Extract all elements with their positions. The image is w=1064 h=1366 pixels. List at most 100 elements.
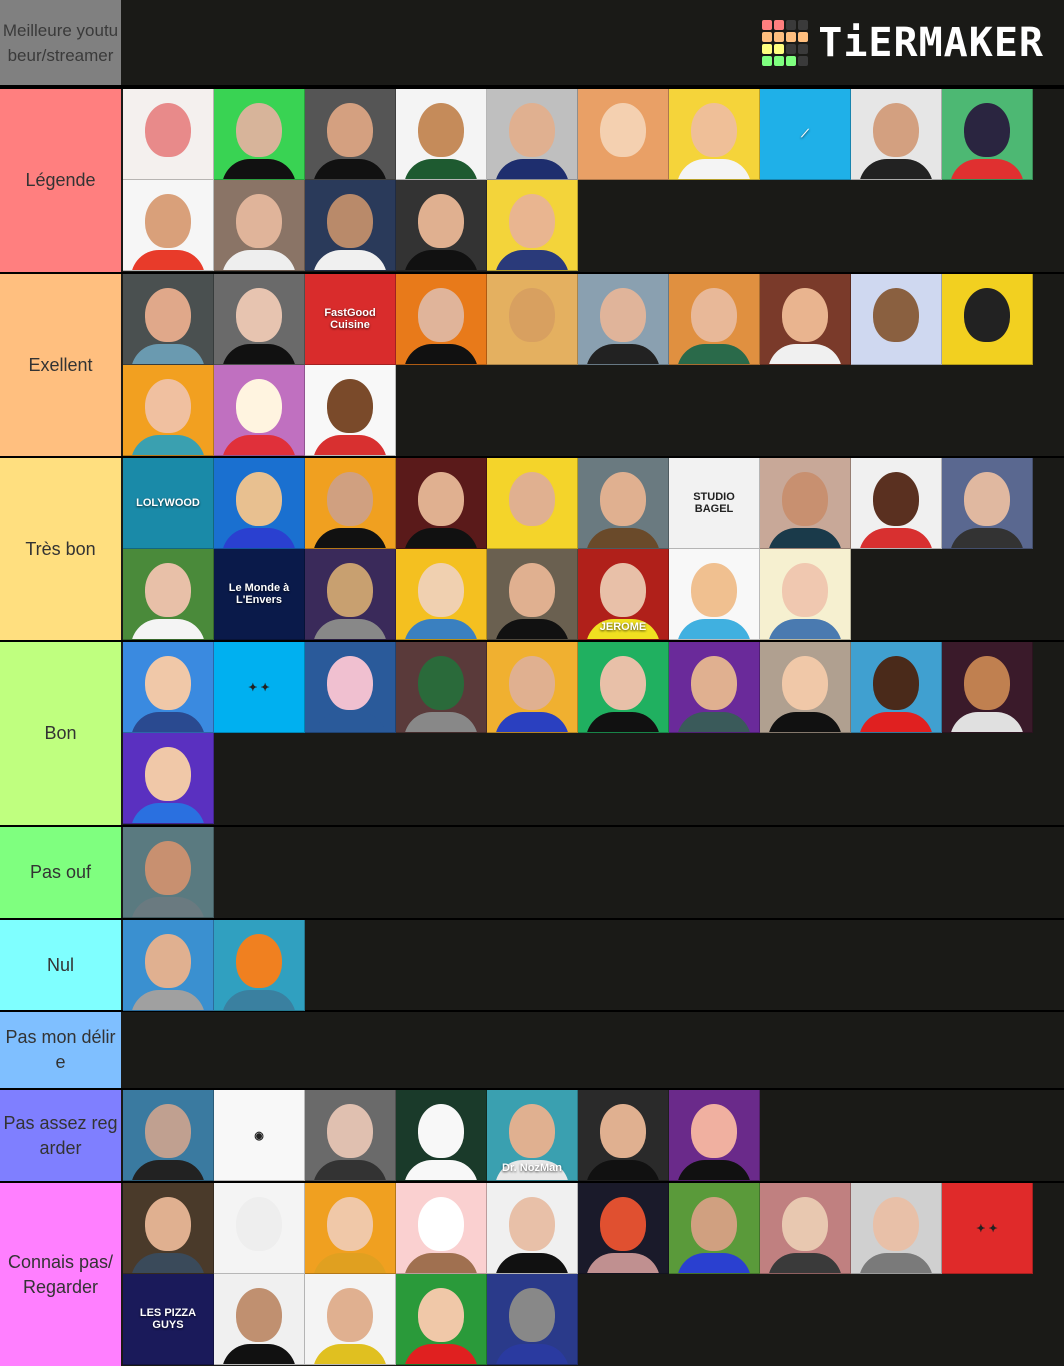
tier-items-dropzone[interactable]: ✦ ✦ [123,642,1064,825]
tier-label[interactable]: Nul [0,920,123,1010]
tier-items-dropzone[interactable] [123,1012,1064,1088]
tier-item-cartoon-goatee[interactable] [123,642,214,733]
tier-item-cartoon-desk[interactable] [669,549,760,640]
tier-item-mlg-cap-explosion[interactable] [396,274,487,365]
tier-item-man-with-baby-heart[interactable] [214,180,305,271]
tier-item-dark-hair-man-blue[interactable] [942,458,1033,549]
tier-items-dropzone[interactable]: ⟋ [123,89,1064,272]
tier-item-curly-hair-glasses[interactable] [123,1183,214,1274]
tier-label[interactable]: Très bon [0,458,123,640]
tier-items-dropzone[interactable]: ✦ ✦ LES PIZZA GUYS [123,1183,1064,1366]
tier-item-fastgood-cuisine-logo[interactable]: FastGood Cuisine [305,274,396,365]
tier-item-smirking-man[interactable] [487,549,578,640]
tier-item-duo-red-shirt[interactable] [123,180,214,271]
tier-items-dropzone[interactable]: FastGood Cuisine [123,274,1064,456]
tier-item-les-pizza-guys[interactable]: LES PIZZA GUYS [123,1274,214,1365]
tier-item-masked-memoji[interactable] [669,1090,760,1181]
tier-item-minecraft-fire[interactable] [942,642,1033,733]
tier-item-mustache-cartoon[interactable] [578,89,669,180]
tier-item-man-white-tee-blue[interactable] [305,180,396,271]
tier-item-woman-denim-shirt[interactable] [760,549,851,640]
tier-item-screaming-cap-man[interactable] [578,458,669,549]
tier-label[interactable]: Pas assez regarder [0,1090,123,1181]
tier-item-grinning-cartoon[interactable] [396,549,487,640]
tier-item-surprised-bearded-man[interactable] [305,1274,396,1365]
tier-item-tattooed-hood-face[interactable] [214,89,305,180]
tier-item-beanie-bearded-man[interactable] [123,1090,214,1181]
tier-item-bird-hat-cartoon[interactable] [578,1183,669,1274]
tier-item-brunette-woman[interactable] [851,1183,942,1274]
tier-item-cat-cartoon[interactable] [942,89,1033,180]
tier-item-excited-man-yellow[interactable] [487,642,578,733]
tier-label[interactable]: Connais pas/Regarder [0,1183,123,1366]
tier-item-cap-bearded-man[interactable] [123,274,214,365]
tier-item-smiling-man-dark[interactable] [305,89,396,180]
tier-item-sunglasses-green[interactable] [578,642,669,733]
tier-item-le-monde-a-lenvers[interactable]: Le Monde à L'Envers [214,549,305,640]
tier-item-laughing-striped-shirt[interactable] [487,180,578,271]
tier-item-red-bucket-hat[interactable] [851,642,942,733]
tier-item-split-face-yellow[interactable] [487,458,578,549]
tier-item-thinking-man-yellow[interactable] [305,1183,396,1274]
tier-label[interactable]: Légende [0,89,123,272]
tier-item-profile-haircut[interactable] [669,274,760,365]
tier-item-sunglasses-teen[interactable] [214,274,305,365]
tier-item-yellow-circle-face[interactable] [942,274,1033,365]
tier-item-blue-logo[interactable]: ⟋ [760,89,851,180]
tier-item-white-blob-network[interactable] [396,1090,487,1181]
tier-item-red-pony[interactable] [214,365,305,456]
tier-label[interactable]: Bon [0,642,123,825]
tier-item-fortnite-fish[interactable] [214,920,305,1011]
tier-item-les-tutos[interactable] [760,274,851,365]
tier-item-jerome[interactable]: JEROME [578,549,669,640]
tier-item-microphone-man[interactable] [396,458,487,549]
tier-item-curly-man-grass[interactable] [123,549,214,640]
tier-item-fire-cartoon-logo[interactable] [123,733,214,824]
tier-item-potato-cartoon[interactable] [851,274,942,365]
tier-item-headset-man[interactable] [305,1090,396,1181]
tier-item-blonde-woman[interactable] [760,1183,851,1274]
tier-label[interactable]: Pas mon délire [0,1012,123,1088]
tier-item-blonde-cartoon-boy[interactable] [123,365,214,456]
tier-item-windy-man[interactable] [578,274,669,365]
tier-item-grey-hoodie-man[interactable] [123,920,214,1011]
tier-item-hoodie-man-stage[interactable] [578,1090,669,1181]
tier-item-lolywood-logo[interactable]: LOLYWOOD [123,458,214,549]
tier-item-minecraft-swords[interactable] [396,642,487,733]
tier-item-bearded-glasses-man[interactable] [851,89,942,180]
tier-items-dropzone[interactable]: ◉ Dr. NozMan [123,1090,1064,1181]
tier-item-clapperboard-duo[interactable] [851,458,942,549]
tier-item-green-cap-man[interactable] [396,89,487,180]
tier-item-excited-blond-man[interactable] [760,642,851,733]
tier-item-red-blob-face[interactable]: ✦ ✦ [942,1183,1033,1274]
tier-item-retrowave-man[interactable] [669,642,760,733]
tier-item-curly-woman[interactable] [487,1183,578,1274]
tier-item-bearded-cartoon-orange[interactable] [305,458,396,549]
tier-item-minecraft-blue-skin[interactable] [487,1274,578,1365]
tier-item-curly-woman-black[interactable] [214,1274,305,1365]
tier-item-red-swirl-logo[interactable]: ◉ [214,1090,305,1181]
tier-items-dropzone[interactable] [123,827,1064,918]
tier-item-smiling-asian-man[interactable] [760,458,851,549]
tier-item-blonde-girl-green[interactable] [396,1274,487,1365]
tier-item-studio-bagel-logo[interactable]: STUDIO BAGEL [669,458,760,549]
tier-item-straw-hat-cartoon[interactable] [305,365,396,456]
tier-item-glowing-eyes-face[interactable] [123,89,214,180]
tiermaker-logo[interactable]: TiERMAKER [762,20,1044,66]
tier-items-dropzone[interactable] [123,920,1064,1011]
tier-label[interactable]: Exellent [0,274,123,456]
tier-item-angry-cartoon-boy[interactable] [305,642,396,733]
tier-item-grey-cap-man[interactable] [487,89,578,180]
tier-item-dr-nozman[interactable]: Dr. NozMan [487,1090,578,1181]
tier-item-mario-cap-man[interactable] [396,180,487,271]
tier-item-glasses-man-yellow[interactable] [669,89,760,180]
tier-label[interactable]: Pas ouf [0,827,123,918]
tier-item-sunglasses-closeup[interactable] [487,274,578,365]
tier-item-woman-blue-top[interactable] [669,1183,760,1274]
tier-item-blue-blob-face[interactable]: ✦ ✦ [214,642,305,733]
tier-item-minecraft-knight[interactable] [305,549,396,640]
tier-items-dropzone[interactable]: LOLYWOOD STUDIO BAGEL Le Monde à L'Envers J… [123,458,1064,640]
tier-item-pixel-king[interactable] [214,458,305,549]
tier-item-cartoon-girl[interactable] [396,1183,487,1274]
tier-item-muscular-man[interactable] [123,827,214,918]
